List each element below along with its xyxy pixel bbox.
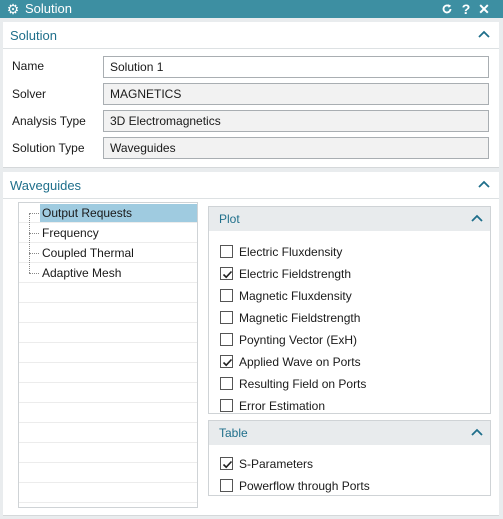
tree-row <box>19 463 197 483</box>
option-label: Resulting Field on Ports <box>239 377 367 391</box>
solver-label: Solver <box>12 87 47 101</box>
tree-row <box>19 283 197 303</box>
tree-row <box>19 403 197 423</box>
plot-panel-title: Plot <box>219 212 240 226</box>
tree-row <box>19 363 197 383</box>
option-label: Electric Fluxdensity <box>239 245 343 259</box>
checkbox[interactable] <box>220 289 233 302</box>
table-panel-title: Table <box>219 426 248 440</box>
collapse-table-icon[interactable] <box>470 425 484 439</box>
option-label: Magnetic Fieldstrength <box>239 311 361 325</box>
waveguides-group: Waveguides Output Requests Frequency Cou… <box>3 172 499 516</box>
collapse-plot-icon[interactable] <box>470 211 484 225</box>
option-label: S-Parameters <box>239 457 314 471</box>
divider <box>3 48 499 49</box>
collapse-solution-icon[interactable] <box>477 27 491 41</box>
waveguides-group-title: Waveguides <box>10 178 82 193</box>
checkbox[interactable] <box>220 311 233 324</box>
table-panel-header[interactable]: Table <box>209 421 490 445</box>
checkbox[interactable] <box>220 333 233 346</box>
option-label: Poynting Vector (ExH) <box>239 333 358 347</box>
tree-item-output-requests[interactable]: Output Requests <box>40 204 197 222</box>
tree-connector <box>29 213 30 273</box>
close-icon[interactable]: ✕ <box>477 0 491 18</box>
tree-item-adaptive-mesh[interactable]: Adaptive Mesh <box>40 264 123 282</box>
checkbox[interactable] <box>220 479 233 492</box>
settings-tree: Output Requests Frequency Coupled Therma… <box>18 202 198 508</box>
solver-field: MAGNETICS <box>103 83 489 105</box>
tree-row <box>19 483 197 503</box>
plot-panel: Plot Electric Fluxdensity Electric Fields… <box>208 206 491 414</box>
analysis-type-label: Analysis Type <box>12 114 86 128</box>
name-label: Name <box>12 59 45 73</box>
checkmark-icon <box>222 358 233 367</box>
option-label: Applied Wave on Ports <box>239 355 361 369</box>
title-bar: ⚙ Solution ? ✕ <box>0 0 503 18</box>
reset-icon[interactable] <box>440 0 454 18</box>
name-input[interactable]: Solution 1 <box>103 56 489 78</box>
checkmark-icon <box>222 460 233 469</box>
tree-row <box>19 383 197 403</box>
solution-type-label: Solution Type <box>12 141 85 155</box>
checkbox-checked[interactable] <box>220 457 233 470</box>
tree-connector <box>29 273 39 274</box>
option-label: Powerflow through Ports <box>239 479 370 493</box>
option-label: Electric Fieldstrength <box>239 267 352 281</box>
tree-row <box>19 323 197 343</box>
checkbox-checked[interactable] <box>220 355 233 368</box>
table-panel: Table S-Parameters Powerflow through Port… <box>208 420 491 496</box>
solution-group-header[interactable]: Solution <box>3 22 499 48</box>
solution-group: Solution Name Solution 1 Solver MAGNETIC… <box>3 22 499 168</box>
tree-row <box>19 423 197 443</box>
tree-row <box>19 303 197 323</box>
divider <box>3 198 499 199</box>
tree-item-coupled-thermal[interactable]: Coupled Thermal <box>40 244 136 262</box>
checkbox[interactable] <box>220 245 233 258</box>
tree-row <box>19 343 197 363</box>
checkmark-icon <box>222 270 233 279</box>
solution-group-title: Solution <box>10 28 57 43</box>
tree-connector <box>29 253 39 254</box>
gear-icon[interactable]: ⚙ <box>5 1 21 17</box>
tree-item-frequency[interactable]: Frequency <box>40 224 101 242</box>
window-title: Solution <box>25 1 72 16</box>
waveguides-group-header[interactable]: Waveguides <box>3 172 499 198</box>
tree-row <box>19 443 197 463</box>
checkbox[interactable] <box>220 399 233 412</box>
plot-panel-header[interactable]: Plot <box>209 207 490 231</box>
option-label: Magnetic Fluxdensity <box>239 289 352 303</box>
analysis-type-field: 3D Electromagnetics <box>103 110 489 132</box>
checkbox-checked[interactable] <box>220 267 233 280</box>
option-label: Error Estimation <box>239 399 326 413</box>
solution-type-field: Waveguides <box>103 137 489 159</box>
tree-connector <box>29 233 39 234</box>
tree-connector <box>29 213 39 214</box>
checkbox[interactable] <box>220 377 233 390</box>
collapse-waveguides-icon[interactable] <box>477 177 491 191</box>
help-icon[interactable]: ? <box>459 0 473 18</box>
